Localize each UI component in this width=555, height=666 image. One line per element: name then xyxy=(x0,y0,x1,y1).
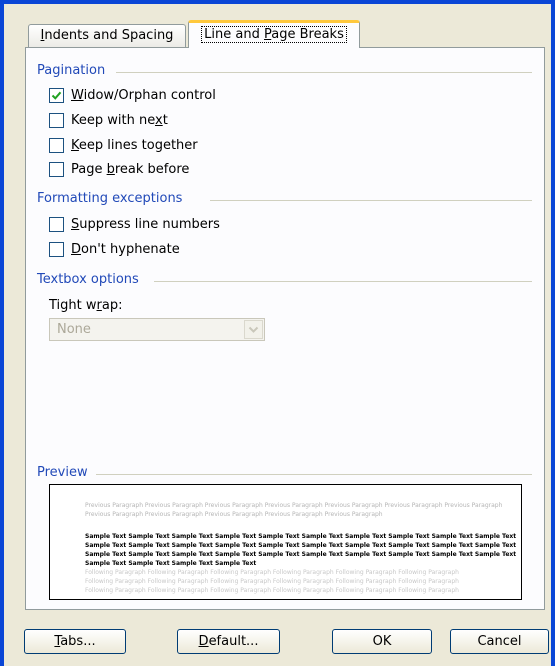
checkbox-box[interactable] xyxy=(49,88,64,103)
keep-lines-together-checkbox[interactable]: Keep lines together xyxy=(49,138,198,153)
preview-sample-line: Sample Text Sample Text Sample Text Samp… xyxy=(85,551,517,558)
group-divider xyxy=(96,474,532,475)
preview-group-title: Preview xyxy=(37,465,88,480)
preview-sample-line: Sample Text Sample Text Sample Text Samp… xyxy=(85,533,517,540)
group-divider xyxy=(116,72,532,73)
group-divider xyxy=(210,200,532,201)
keep-with-next-checkbox[interactable]: Keep with next xyxy=(49,113,168,128)
dont-hyphenate-checkbox[interactable]: Don't hyphenate xyxy=(49,242,180,257)
formatting-exceptions-group-title: Formatting exceptions xyxy=(37,191,183,206)
preview-sample-line: Sample Text Sample Text Sample Text Samp… xyxy=(85,560,257,567)
checkbox-box[interactable] xyxy=(49,242,64,257)
panel-content: Pagination Widow/Orphan control Keep wit… xyxy=(0,0,555,666)
pagination-group-title: Pagination xyxy=(37,63,106,78)
checkbox-label: Don't hyphenate xyxy=(71,242,180,257)
checkbox-label: Suppress line numbers xyxy=(71,217,220,232)
preview-following-line: Following Paragraph Following Paragraph … xyxy=(85,569,459,576)
suppress-line-numbers-checkbox[interactable]: Suppress line numbers xyxy=(49,217,220,232)
checkbox-box[interactable] xyxy=(49,113,64,128)
checkbox-box[interactable] xyxy=(49,162,64,177)
textbox-options-group-title: Textbox options xyxy=(37,272,139,287)
checkbox-label: Keep with next xyxy=(71,113,168,128)
checkbox-label: Page break before xyxy=(71,162,190,177)
widow-orphan-checkbox[interactable]: Widow/Orphan control xyxy=(49,88,216,103)
checkbox-box[interactable] xyxy=(49,217,64,232)
preview-previous-line: Previous Paragraph Previous Paragraph Pr… xyxy=(85,511,383,518)
preview-sample-line: Sample Text Sample Text Sample Text Samp… xyxy=(85,542,517,549)
checkbox-box[interactable] xyxy=(49,138,64,153)
checkbox-label: Keep lines together xyxy=(71,138,198,153)
preview-following-line: Following Paragraph Following Paragraph … xyxy=(85,578,459,585)
checkmark-icon xyxy=(51,91,62,100)
tight-wrap-label: Tight wrap: xyxy=(49,298,123,313)
chevron-down-icon xyxy=(248,326,259,333)
preview-box: Previous Paragraph Previous Paragraph Pr… xyxy=(49,484,522,600)
group-divider xyxy=(154,281,532,282)
dropdown-button xyxy=(244,320,263,339)
checkbox-label: Widow/Orphan control xyxy=(71,88,216,103)
select-value: None xyxy=(57,322,91,337)
page-break-before-checkbox[interactable]: Page break before xyxy=(49,162,189,177)
tight-wrap-select: None xyxy=(49,318,265,341)
preview-previous-line: Previous Paragraph Previous Paragraph Pr… xyxy=(85,502,503,509)
preview-following-line: Following Paragraph Following Paragraph … xyxy=(85,587,459,594)
